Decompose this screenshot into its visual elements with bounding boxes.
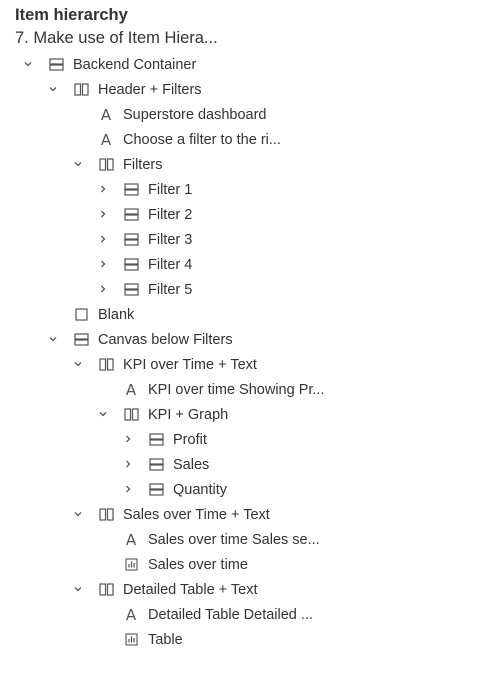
tree-item-label: KPI over Time + Text [123, 356, 257, 373]
worksheet-icon [123, 557, 139, 573]
dashboard-name: 7. Make use of Item Hiera... [15, 29, 218, 47]
tree-item[interactable]: A Sales over time Sales se... [123, 527, 320, 552]
chevron-right-icon[interactable] [120, 456, 136, 472]
tree-item-label: Filter 2 [148, 206, 193, 223]
tree-item-label: Filter 1 [148, 181, 193, 198]
tree-item-label: Backend Container [73, 56, 197, 73]
chevron-right-icon[interactable] [95, 231, 111, 247]
tree-item-label: KPI over time Showing Pr... [148, 381, 325, 398]
vertical-container-icon [48, 57, 64, 73]
tree-item-label: Choose a filter to the ri... [123, 131, 281, 148]
chevron-right-icon[interactable] [95, 206, 111, 222]
tree-item[interactable]: A Choose a filter to the ri... [98, 127, 281, 152]
vertical-container-icon [123, 257, 139, 273]
tree-item[interactable]: A Superstore dashboard [98, 102, 267, 127]
horizontal-container-icon [73, 82, 89, 98]
tree-item-label: Filter 5 [148, 281, 193, 298]
chevron-right-icon[interactable] [120, 431, 136, 447]
tree-item[interactable]: Sales [126, 452, 210, 477]
tree-item-label: Detailed Table + Text [123, 581, 258, 598]
horizontal-container-icon [98, 582, 114, 598]
item-hierarchy-panel: Item hierarchy 7. Make use of Item Hiera… [0, 0, 484, 686]
vertical-container-icon [73, 332, 89, 348]
tree-item[interactable]: KPI + Graph [99, 402, 229, 427]
tree-item[interactable]: Filters [74, 152, 163, 177]
tree-item-label: Sales [173, 456, 210, 473]
tree-item[interactable]: Detailed Table + Text [74, 577, 258, 602]
horizontal-container-icon [98, 507, 114, 523]
tree-item[interactable]: Sales over time [123, 552, 248, 577]
tree-item[interactable]: Filter 2 [101, 202, 193, 227]
tree-item[interactable]: Filter 5 [101, 277, 193, 302]
tree-item-label: Profit [173, 431, 207, 448]
chevron-right-icon[interactable] [95, 181, 111, 197]
tree-item-label: Quantity [173, 481, 227, 498]
horizontal-container-icon [98, 157, 114, 173]
tree-item-label: Header + Filters [98, 81, 202, 98]
tree-item-label: Filter 3 [148, 231, 193, 248]
vertical-container-icon [123, 207, 139, 223]
vertical-container-icon [148, 457, 164, 473]
tree-item[interactable]: Header + Filters [49, 77, 202, 102]
tree-item[interactable]: Profit [126, 427, 207, 452]
text-object-icon: A [100, 105, 112, 124]
chevron-down-icon[interactable] [70, 581, 86, 597]
chevron-right-icon[interactable] [120, 481, 136, 497]
tree-item[interactable]: KPI over Time + Text [74, 352, 257, 377]
chevron-down-icon[interactable] [45, 331, 61, 347]
tree-item[interactable]: Canvas below Filters [49, 327, 233, 352]
horizontal-container-icon [98, 357, 114, 373]
tree-item-label: Table [148, 631, 183, 648]
blank-object-icon [73, 307, 89, 323]
tree-item[interactable]: Sales over Time + Text [74, 502, 270, 527]
tree-item-label: Canvas below Filters [98, 331, 233, 348]
tree-item[interactable]: Filter 1 [101, 177, 193, 202]
tree-item[interactable]: A KPI over time Showing Pr... [123, 377, 325, 402]
tree-item[interactable]: Table [123, 627, 183, 652]
vertical-container-icon [123, 182, 139, 198]
chevron-right-icon[interactable] [95, 256, 111, 272]
chevron-down-icon[interactable] [70, 156, 86, 172]
tree-item[interactable]: Backend Container [24, 52, 197, 77]
text-object-icon: A [100, 130, 112, 149]
tree-item-label: Sales over Time + Text [123, 506, 270, 523]
tree-item[interactable]: Blank [73, 302, 134, 327]
vertical-container-icon [148, 482, 164, 498]
tree-item[interactable]: Filter 4 [101, 252, 193, 277]
chevron-down-icon[interactable] [70, 356, 86, 372]
tree-item-label: Filters [123, 156, 163, 173]
tree-item-label: KPI + Graph [148, 406, 229, 423]
tree-item[interactable]: Quantity [126, 477, 227, 502]
tree-item-label: Sales over time [148, 556, 248, 573]
vertical-container-icon [123, 232, 139, 248]
text-object-icon: A [125, 530, 137, 549]
tree-item[interactable]: A Detailed Table Detailed ... [123, 602, 313, 627]
tree-item-label: Detailed Table Detailed ... [148, 606, 313, 623]
vertical-container-icon [123, 282, 139, 298]
horizontal-container-icon [123, 407, 139, 423]
tree-item-label: Blank [98, 306, 135, 323]
tree-item-label: Sales over time Sales se... [148, 531, 320, 548]
chevron-right-icon[interactable] [95, 281, 111, 297]
vertical-container-icon [148, 432, 164, 448]
tree-item-label: Superstore dashboard [123, 106, 267, 123]
text-object-icon: A [125, 380, 137, 399]
chevron-down-icon[interactable] [70, 506, 86, 522]
panel-title: Item hierarchy [15, 6, 128, 24]
tree-item-label: Filter 4 [148, 256, 193, 273]
tree-item[interactable]: Filter 3 [101, 227, 193, 252]
chevron-down-icon[interactable] [95, 406, 111, 422]
chevron-down-icon[interactable] [20, 56, 36, 72]
text-object-icon: A [125, 605, 137, 624]
worksheet-icon [123, 632, 139, 648]
chevron-down-icon[interactable] [45, 81, 61, 97]
